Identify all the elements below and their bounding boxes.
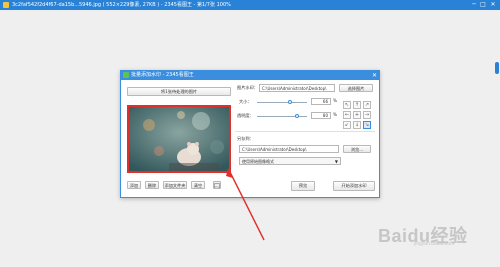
opacity-value-input[interactable]: 80 xyxy=(311,112,331,119)
position-grid: ↖ ↑ ↗ ← + → ↙ ↓ ↘ xyxy=(343,101,371,129)
section-divider xyxy=(235,131,375,132)
preview-header: 将1张待处理的图片 xyxy=(127,87,231,96)
viewer-title: 3c2faf542f2d4f67-da15b...5946.jpg ( 552×… xyxy=(12,2,231,8)
select-image-button[interactable]: 选择图片 xyxy=(339,84,373,92)
opacity-slider[interactable] xyxy=(257,116,307,117)
app-icon xyxy=(3,2,9,8)
chevron-down-icon: ▼ xyxy=(334,159,338,164)
dialog-app-icon xyxy=(123,72,129,78)
viewer-title-bar: 3c2faf542f2d4f67-da15b...5946.jpg ( 552×… xyxy=(0,0,500,10)
opacity-unit: % xyxy=(333,112,337,117)
minimize-button[interactable]: ─ xyxy=(470,1,478,9)
position-bottom-left[interactable]: ↙ xyxy=(343,121,351,129)
baidu-watermark-site: jingyan.baidu.com xyxy=(414,241,455,247)
opacity-slider-thumb[interactable] xyxy=(295,114,299,118)
position-top-left[interactable]: ↖ xyxy=(343,101,351,109)
delete-button[interactable]: 删除 xyxy=(145,181,159,189)
opacity-label: 透明度： xyxy=(237,113,254,118)
preview-image xyxy=(127,105,231,173)
add-folder-button[interactable]: 添加文件夹 xyxy=(163,181,187,189)
save-path-input[interactable]: C:\Users\Administrator\Desktop\ xyxy=(239,145,339,153)
position-top-center[interactable]: ↑ xyxy=(353,101,361,109)
position-bottom-right[interactable]: ↘ xyxy=(363,121,371,129)
preview-photo xyxy=(129,107,229,171)
dialog-title-bar[interactable]: 批量添加水印 - 2345看图王 ✕ xyxy=(121,71,379,80)
position-center[interactable]: + xyxy=(353,111,361,119)
position-middle-left[interactable]: ← xyxy=(343,111,351,119)
close-button[interactable]: ✕ xyxy=(489,1,497,9)
size-slider-thumb[interactable] xyxy=(288,100,292,104)
position-top-right[interactable]: ↗ xyxy=(363,101,371,109)
size-slider[interactable] xyxy=(257,102,307,103)
image-icon[interactable] xyxy=(213,181,221,189)
clear-button[interactable]: 清空 xyxy=(191,181,205,189)
maximize-button[interactable]: □ xyxy=(479,1,487,9)
add-button[interactable]: 添加 xyxy=(127,181,141,189)
browse-button[interactable]: 浏览... xyxy=(343,145,371,153)
position-middle-right[interactable]: → xyxy=(363,111,371,119)
start-watermark-button[interactable]: 开始添加水印 xyxy=(333,181,375,191)
size-label: 大小： xyxy=(239,99,252,104)
dialog-close-button[interactable]: ✕ xyxy=(372,71,377,80)
size-unit: % xyxy=(333,98,337,103)
size-value-input[interactable]: 66 xyxy=(311,98,331,105)
batch-watermark-dialog: 批量添加水印 - 2345看图王 ✕ 将1张待处理的图片 添加 删除 添加文件夹… xyxy=(120,70,380,198)
format-select-value: 使用原始图像格式 xyxy=(242,159,274,164)
save-to-label: 另存到： xyxy=(237,136,254,141)
watermark-image-path[interactable]: C:\Users\Administrator\Desktop\ xyxy=(259,84,335,92)
side-scroll-handle[interactable] xyxy=(495,62,499,74)
position-bottom-center[interactable]: ↓ xyxy=(353,121,361,129)
dialog-title: 批量添加水印 - 2345看图王 xyxy=(131,72,194,78)
format-select[interactable]: 使用原始图像格式 ▼ xyxy=(239,157,341,165)
preview-button[interactable]: 预览 xyxy=(291,181,315,191)
image-watermark-label: 图片水印： xyxy=(237,85,258,90)
